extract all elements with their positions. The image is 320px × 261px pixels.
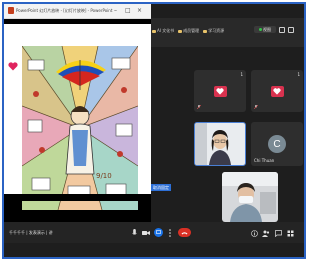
powerpoint-app-icon — [8, 7, 14, 14]
participant-video-tile[interactable] — [194, 122, 246, 166]
activities-icon[interactable] — [286, 229, 294, 237]
fullscreen-icon[interactable] — [288, 26, 294, 33]
folder-icon — [152, 29, 156, 33]
heart-avatar-icon — [213, 85, 227, 97]
tile-number: 1 — [240, 72, 243, 77]
participant-tile[interactable]: 1 — [251, 70, 303, 112]
powerpoint-title: PowerPoint 幻灯片放映 - [幻灯片放映] - PowerPoint — [16, 8, 113, 13]
avatar: C — [268, 135, 286, 153]
minimize-icon[interactable]: – — [114, 7, 117, 14]
powerpoint-titlebar: PowerPoint 幻灯片放映 - [幻灯片放映] - PowerPoint … — [4, 4, 151, 19]
unpin-button[interactable]: 取消固定 — [151, 184, 171, 191]
participant-video — [222, 172, 278, 222]
maximize-icon[interactable]: □ — [125, 7, 131, 14]
more-options-icon[interactable] — [166, 229, 174, 237]
participant-name: Chi Thuan — [254, 158, 275, 163]
participant-tile[interactable]: C Chi Thuan — [251, 122, 303, 166]
participant-video — [195, 123, 245, 165]
header-links: AI 文化书 成员管理 学习资源 — [152, 28, 224, 34]
folder-icon — [178, 29, 183, 33]
view-button[interactable]: 视图 — [254, 26, 276, 33]
people-icon[interactable] — [262, 229, 270, 237]
hand-drawn-poster-image: 9/10 — [22, 46, 138, 210]
heart-decoration-icon — [8, 62, 18, 71]
layout-icon[interactable] — [279, 26, 285, 33]
microphone-icon[interactable] — [130, 229, 138, 237]
participant-tile[interactable]: 1 — [194, 70, 246, 112]
chat-icon[interactable] — [274, 229, 282, 237]
meeting-controls-bar: 千千千千 | 发表演示 | 讲 — [4, 222, 304, 243]
slide-statusbar — [4, 194, 151, 201]
close-icon[interactable]: × — [137, 7, 142, 14]
end-call-button[interactable] — [178, 228, 191, 237]
svg-text:9/10: 9/10 — [96, 172, 112, 180]
info-icon[interactable] — [250, 229, 258, 237]
screenshot-frame: AI 文化书 成员管理 学习资源 视图 PowerPoint 幻灯片放映 - [… — [2, 2, 306, 259]
camera-icon[interactable] — [142, 229, 150, 237]
heart-avatar-icon — [270, 85, 284, 97]
mic-off-icon — [197, 105, 201, 109]
header-right-controls: 视图 — [254, 26, 294, 33]
status-dot-icon — [259, 28, 262, 31]
hang-up-icon — [181, 231, 188, 234]
present-button[interactable] — [154, 228, 163, 237]
tile-number: 1 — [297, 72, 300, 77]
mic-off-icon — [254, 105, 258, 109]
slide-canvas: 9/10 — [4, 24, 151, 210]
present-icon — [156, 230, 161, 234]
header-link-2[interactable]: 成员管理 — [178, 28, 199, 34]
powerpoint-window: PowerPoint 幻灯片放映 - [幻灯片放映] - PowerPoint … — [4, 4, 151, 222]
meeting-info-text: 千千千千 | 发表演示 | 讲 — [9, 230, 53, 235]
participant-video-tile[interactable] — [222, 172, 278, 222]
header-link-3[interactable]: 学习资源 — [203, 28, 224, 34]
folder-icon — [203, 29, 208, 33]
header-link-1[interactable]: AI 文化书 — [152, 28, 174, 34]
